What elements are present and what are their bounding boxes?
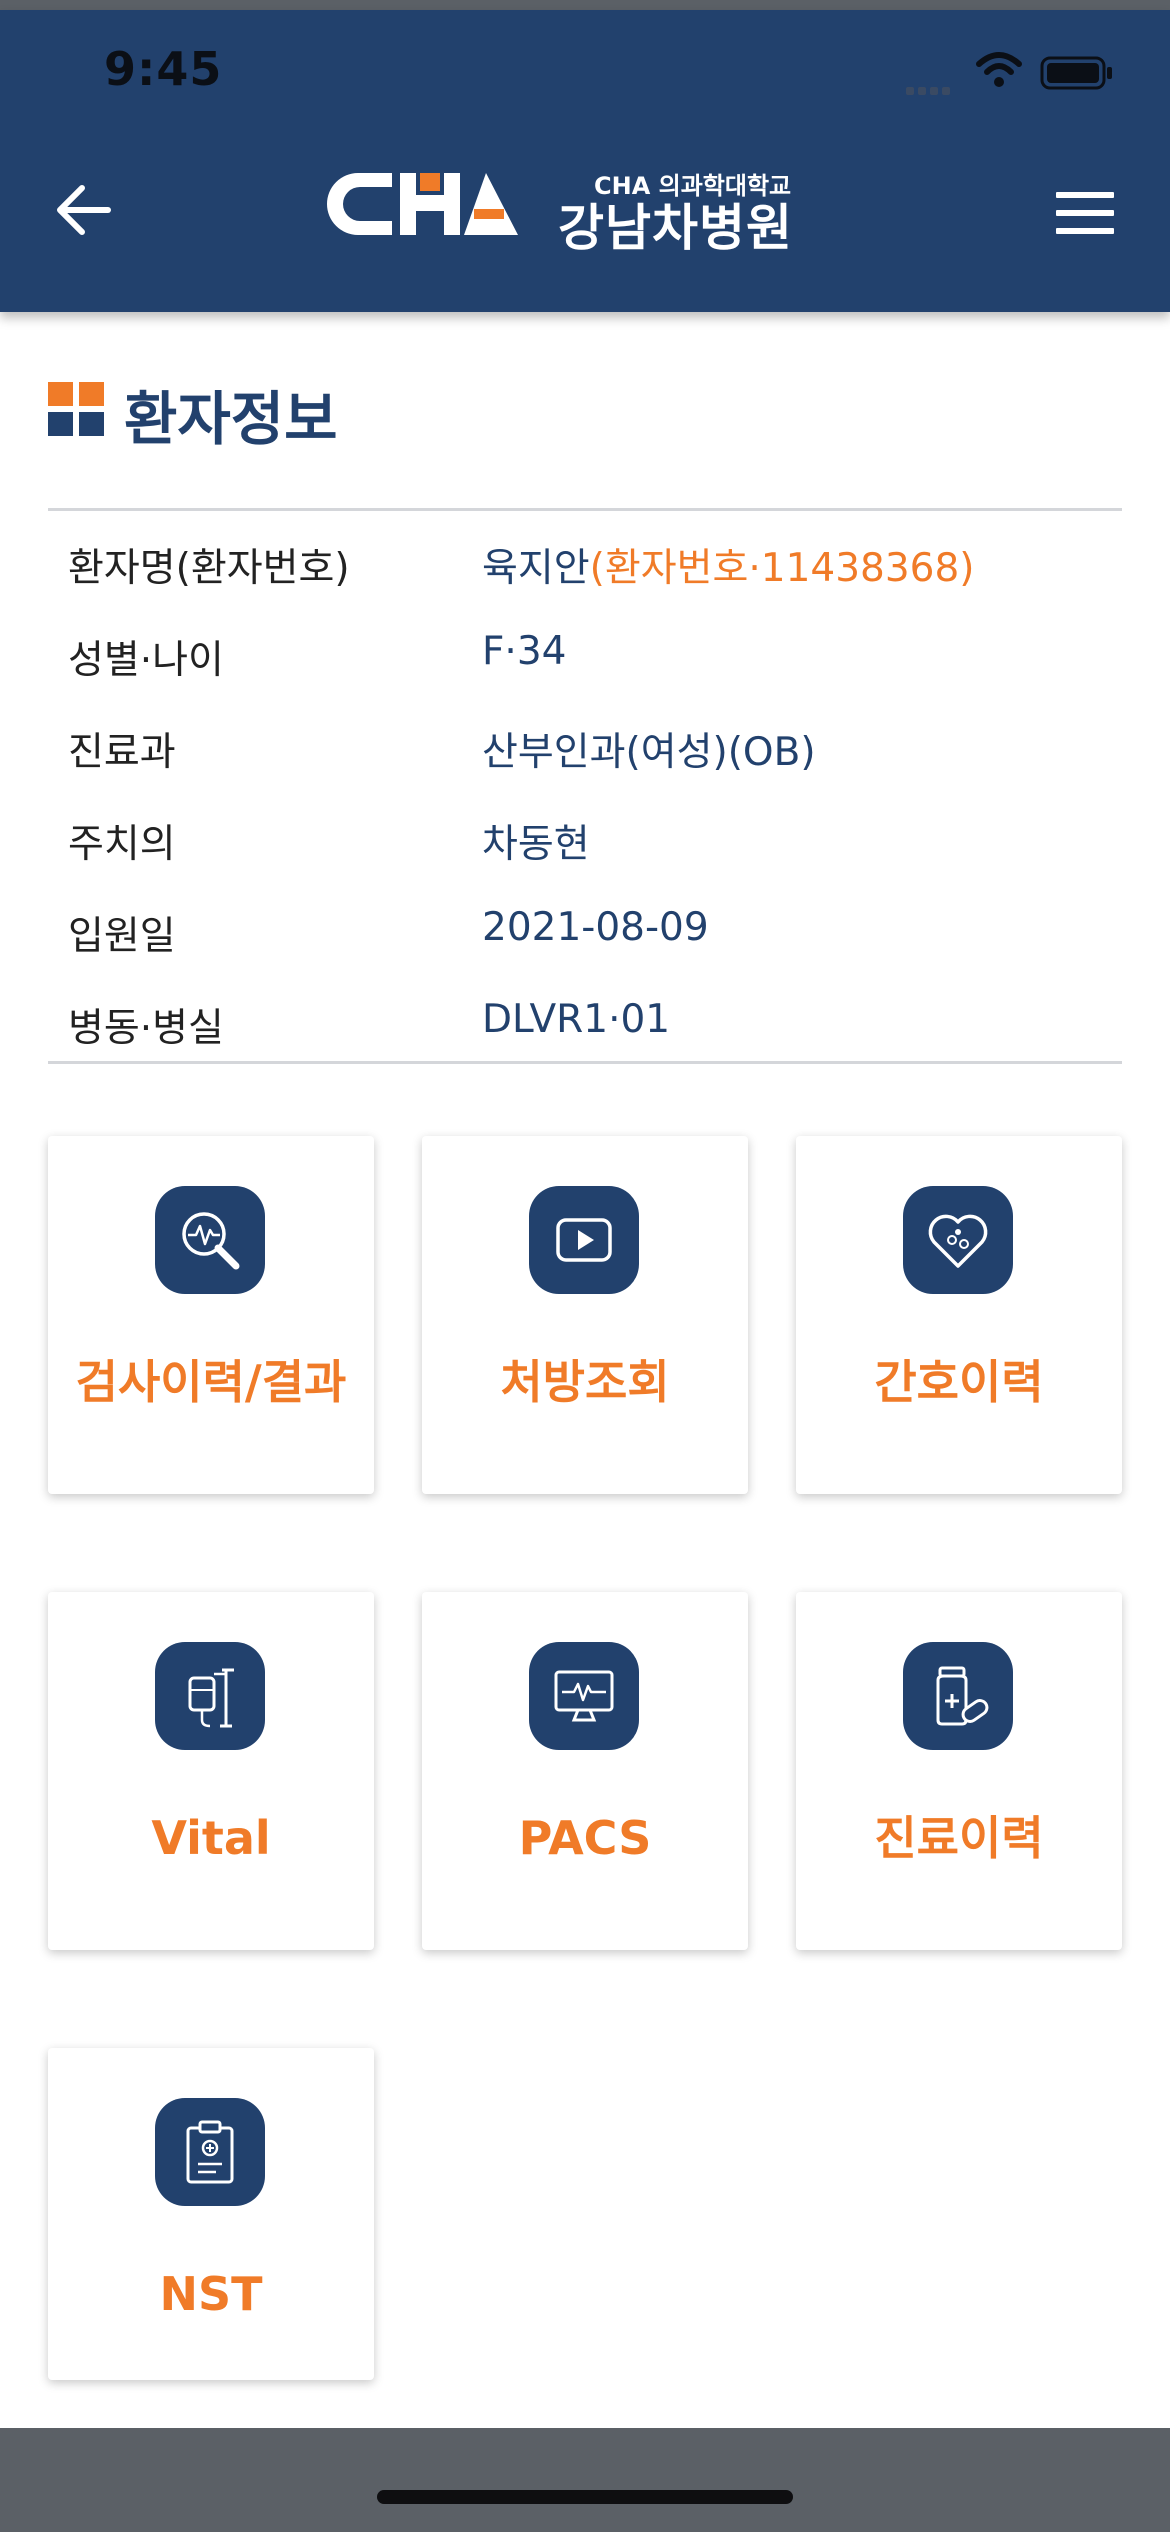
card-label: PACS [518,1811,652,1865]
top-edge [0,0,1170,10]
monitor-pulse-icon [529,1642,639,1750]
bottom-bar [0,2428,1170,2532]
magnifier-pulse-icon [155,1186,265,1294]
card-label: 처방조회 [500,1355,670,1409]
info-row-admission-date: 입원일 2021-08-09 [48,905,1122,965]
info-row-patient-name: 환자명(환자번호) 육지안(환자번호·11438368) [48,537,1122,597]
card-medical-history[interactable]: 진료이력 [796,1592,1122,1950]
back-arrow-icon[interactable] [52,178,116,242]
iv-drip-icon [155,1642,265,1750]
card-label: NST [159,2267,263,2321]
card-nursing-history[interactable]: 간호이력 [796,1136,1122,1494]
grid-icon [48,382,104,436]
medicine-bottle-icon [903,1642,1013,1750]
patient-info-table: 환자명(환자번호) 육지안(환자번호·11438368) 성별·나이 F·34 … [48,508,1122,1064]
card-label: 간호이력 [874,1355,1044,1409]
cha-logo-icon [327,173,518,235]
info-label: 입원일 [68,914,176,959]
info-label: 진료과 [68,730,176,775]
info-value: DLVR1·01 [482,997,671,1042]
info-label: 병동·병실 [68,1006,224,1051]
card-label: 진료이력 [874,1811,1044,1865]
info-row-ward-room: 병동·병실 DLVR1·01 [48,997,1122,1057]
play-button-icon [529,1186,639,1294]
section-title: 환자정보 [124,385,338,453]
card-prescription[interactable]: 처방조회 [422,1136,748,1494]
info-row-sex-age: 성별·나이 F·34 [48,629,1122,689]
hospital-name: 강남차병원 [558,199,793,257]
card-label: Vital [151,1811,271,1865]
card-nst[interactable]: NST [48,2048,374,2380]
patient-name: 육지안 [482,546,590,591]
card-label: 검사이력/결과 [75,1355,347,1409]
patient-number: (환자번호·11438368) [589,546,975,591]
info-label: 성별·나이 [68,638,224,683]
clipboard-icon [155,2098,265,2206]
info-value: 산부인과(여성)(OB) [482,730,816,775]
info-value: 육지안(환자번호·11438368) [482,537,975,593]
cellular-signal-icon [906,80,962,95]
info-row-department: 진료과 산부인과(여성)(OB) [48,721,1122,781]
info-value: 2021-08-09 [482,905,709,950]
card-pacs[interactable]: PACS [422,1592,748,1950]
card-vital[interactable]: Vital [48,1592,374,1950]
info-value: F·34 [482,629,567,674]
hamburger-menu-icon[interactable] [1056,192,1114,234]
status-time: 9:45 [104,42,223,96]
heart-pills-icon [903,1186,1013,1294]
info-label: 주치의 [68,822,176,867]
home-indicator[interactable] [377,2490,793,2504]
info-value: 차동현 [482,822,590,867]
wifi-icon [976,52,1022,87]
info-row-doctor: 주치의 차동현 [48,813,1122,873]
battery-icon [1040,56,1112,90]
card-exam-history[interactable]: 검사이력/결과 [48,1136,374,1494]
info-label: 환자명(환자번호) [68,546,350,591]
